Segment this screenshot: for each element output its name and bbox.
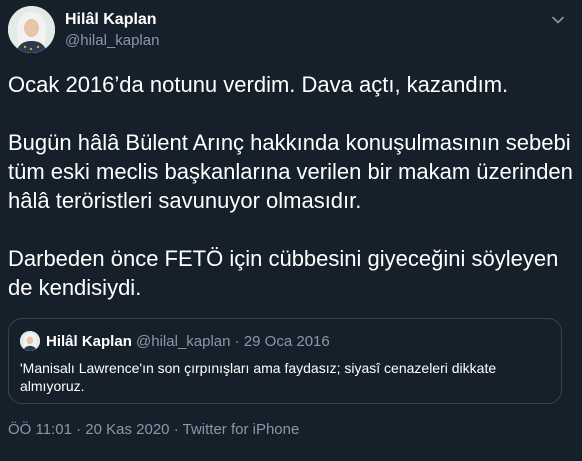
author-info: Hilâl Kaplan @hilal_kaplan bbox=[65, 10, 159, 51]
chevron-down-icon bbox=[552, 16, 564, 24]
tweet-paragraph: Darbeden önce FETÖ için cübbesini giyece… bbox=[8, 246, 559, 300]
quoted-separator: · bbox=[234, 333, 240, 350]
tweet-card: Hilâl Kaplan @hilal_kaplan Ocak 2016’da … bbox=[0, 0, 582, 461]
author-display-name[interactable]: Hilâl Kaplan bbox=[65, 10, 159, 30]
quoted-date: 29 Oca 2016 bbox=[243, 333, 330, 350]
tweet-date[interactable]: 20 Kas 2020 bbox=[85, 421, 169, 438]
quoted-header: Hilâl Kaplan @hilal_kaplan · 29 Oca 2016 bbox=[46, 333, 330, 351]
avatar-icon bbox=[8, 6, 55, 53]
tweet-time[interactable]: ÖÖ 11:01 bbox=[8, 421, 72, 438]
more-options-button[interactable] bbox=[548, 10, 568, 30]
tweet-text: Ocak 2016’da notunu verdim. Dava açtı, k… bbox=[8, 70, 574, 302]
author-avatar[interactable] bbox=[8, 6, 55, 53]
author-handle[interactable]: @hilal_kaplan bbox=[65, 31, 159, 51]
footer-separator: · bbox=[173, 421, 179, 438]
quoted-text: 'Manisalı Lawrence'ın son çırpınışları a… bbox=[20, 360, 497, 394]
tweet-source[interactable]: Twitter for iPhone bbox=[183, 421, 300, 438]
quoted-display-name: Hilâl Kaplan bbox=[46, 333, 132, 350]
tweet-paragraph: Ocak 2016’da notunu verdim. Dava açtı, k… bbox=[8, 72, 509, 97]
quoted-avatar bbox=[20, 331, 40, 351]
tweet-footer: ÖÖ 11:01 · 20 Kas 2020 · Twitter for iPh… bbox=[8, 421, 299, 438]
footer-separator: · bbox=[76, 421, 82, 438]
quoted-tweet[interactable]: Hilâl Kaplan @hilal_kaplan · 29 Oca 2016… bbox=[8, 318, 562, 404]
avatar-icon bbox=[20, 331, 40, 351]
tweet-paragraph: Bugün hâlâ Bülent Arınç hakkında konuşul… bbox=[8, 130, 573, 213]
quoted-handle: @hilal_kaplan bbox=[136, 333, 231, 350]
